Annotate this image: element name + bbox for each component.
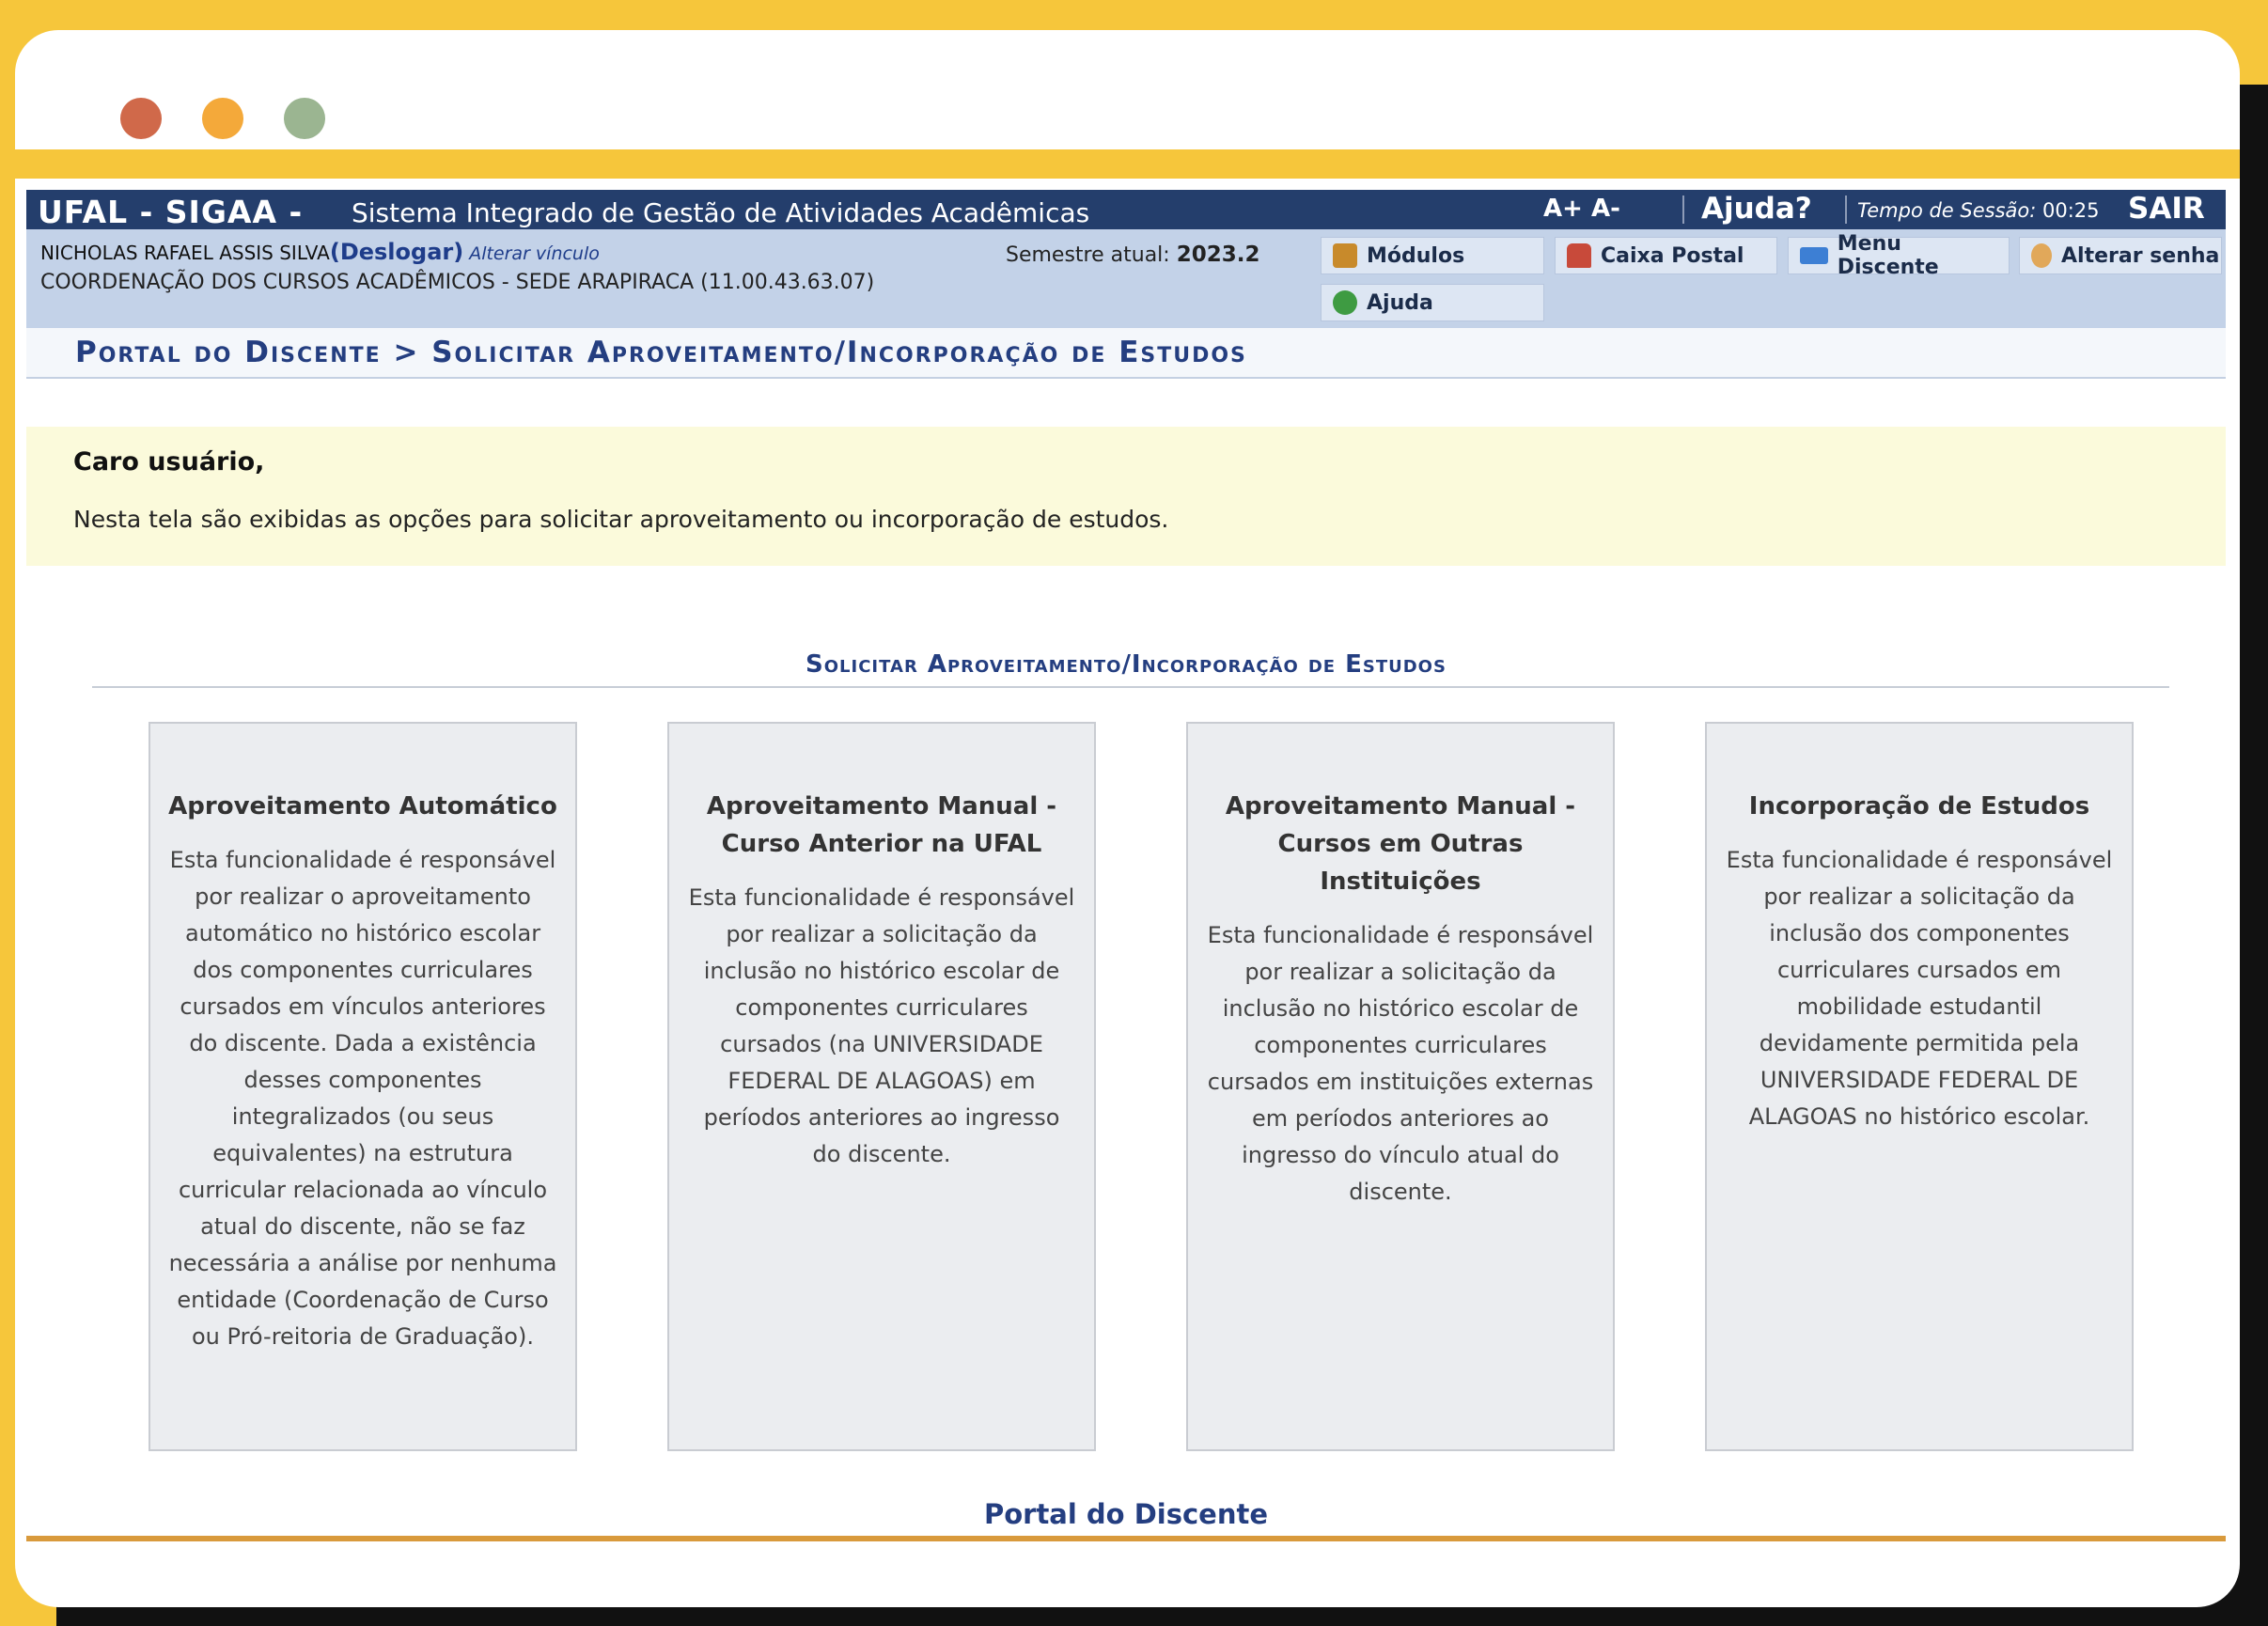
breadcrumb-text: Portal do Discente > Solicitar Aproveita…: [75, 336, 1247, 369]
caixa-postal-label: Caixa Postal: [1601, 243, 1744, 268]
session-time: 00:25: [2042, 199, 2100, 222]
browser-window: UFAL - SIGAA - Sistema Integrado de Gest…: [15, 30, 2240, 1607]
modulos-label: Módulos: [1367, 243, 1465, 268]
footer-portal-link[interactable]: Portal do Discente: [26, 1498, 2226, 1530]
help-link[interactable]: Ajuda?: [1701, 192, 1812, 226]
notice-title: Caro usuário,: [73, 447, 265, 477]
ajuda-button[interactable]: Ajuda: [1321, 284, 1544, 321]
card-text: Esta funcionalidade é responsável por re…: [168, 847, 557, 1350]
alterar-vinculo-link[interactable]: Alterar vínculo: [469, 243, 600, 264]
divider: [1682, 195, 1684, 224]
card-title: Incorporação de Estudos: [1748, 792, 2090, 821]
semester-info: Semestre atual: 2023.2: [1006, 242, 1259, 267]
minimize-dot-icon[interactable]: [202, 98, 243, 139]
session-label: Tempo de Sessão:: [1857, 199, 2037, 222]
font-size-controls[interactable]: A+ A-: [1543, 195, 1620, 223]
footer-rule: [26, 1536, 2226, 1541]
session-timer: Tempo de Sessão: 00:25: [1857, 199, 2100, 222]
help-icon: [1333, 290, 1357, 315]
card-title: Aproveitamento Manual - Cursos em Outras…: [1225, 792, 1576, 896]
card-text: Esta funcionalidade é responsável por re…: [1207, 922, 1594, 1205]
notice-text: Nesta tela são exibidas as opções para s…: [73, 506, 1169, 533]
user-line: NICHOLAS RAFAEL ASSIS SILVA(Deslogar) Alt…: [40, 239, 600, 265]
logout-button[interactable]: SAIR: [2128, 192, 2205, 226]
sigaa-page: UFAL - SIGAA - Sistema Integrado de Gest…: [26, 190, 2226, 1543]
card-text: Esta funcionalidade é responsável por re…: [1726, 847, 2113, 1130]
card-aproveitamento-manual-ufal[interactable]: Aproveitamento Manual - Curso Anterior n…: [667, 722, 1096, 1451]
brand-title: UFAL - SIGAA -: [38, 194, 304, 230]
maximize-dot-icon[interactable]: [284, 98, 325, 139]
card-aproveitamento-automatico[interactable]: Aproveitamento Automático Esta funcional…: [149, 722, 577, 1451]
menu-discente-label: Menu Discente: [1837, 232, 1939, 279]
card-aproveitamento-manual-outras[interactable]: Aproveitamento Manual - Cursos em Outras…: [1186, 722, 1615, 1451]
user-name: NICHOLAS RAFAEL ASSIS SILVA: [40, 242, 330, 264]
card-incorporacao-estudos[interactable]: Incorporação de Estudos Esta funcionalid…: [1705, 722, 2134, 1451]
box-icon: [1333, 243, 1357, 268]
deslogar-link[interactable]: (Deslogar): [330, 239, 463, 265]
section-title: Solicitar Aproveitamento/Incorporação de…: [806, 650, 1447, 679]
card-text: Esta funcionalidade é responsável por re…: [688, 884, 1075, 1167]
menu-discente-button[interactable]: Menu Discente: [1788, 232, 2010, 279]
divider: [1845, 195, 1847, 224]
user-info-bar: NICHOLAS RAFAEL ASSIS SILVA(Deslogar) Alt…: [26, 229, 2226, 328]
semester-value: 2023.2: [1176, 242, 1260, 267]
caixa-postal-button[interactable]: Caixa Postal: [1555, 237, 1777, 274]
window-controls: [120, 98, 325, 139]
window-accent-bar: [15, 149, 2240, 179]
section-divider: [92, 686, 2169, 688]
modulos-button[interactable]: Módulos: [1321, 237, 1544, 274]
close-dot-icon[interactable]: [120, 98, 162, 139]
system-name: Sistema Integrado de Gestão de Atividade…: [352, 197, 1090, 228]
menu-tree-icon: [1800, 247, 1828, 264]
top-header: UFAL - SIGAA - Sistema Integrado de Gest…: [26, 190, 2226, 230]
mailbox-icon: [1567, 243, 1591, 268]
notice-box: Caro usuário, Nesta tela são exibidas as…: [26, 427, 2226, 566]
breadcrumb: Portal do Discente > Solicitar Aproveita…: [26, 328, 2226, 379]
ajuda-label: Ajuda: [1367, 290, 1433, 315]
user-key-icon: [2031, 243, 2052, 268]
unit-name: COORDENAÇÃO DOS CURSOS ACADÊMICOS - SEDE…: [40, 271, 875, 294]
semester-label: Semestre atual:: [1006, 243, 1170, 267]
alterar-senha-label: Alterar senha: [2061, 243, 2220, 268]
card-title: Aproveitamento Manual - Curso Anterior n…: [706, 792, 1057, 858]
card-title: Aproveitamento Automático: [168, 792, 557, 821]
alterar-senha-button[interactable]: Alterar senha: [2019, 237, 2222, 274]
